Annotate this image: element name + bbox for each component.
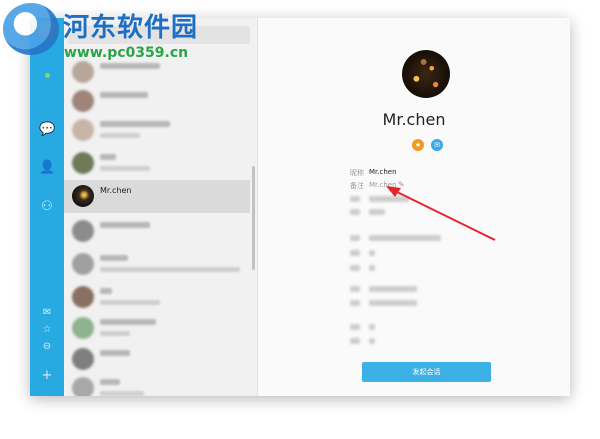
- plus-icon[interactable]: +: [39, 368, 55, 384]
- chat-icon[interactable]: 💬: [39, 122, 55, 138]
- contact-avatar: [72, 317, 94, 339]
- list-item[interactable]: [64, 147, 250, 180]
- blurred-name: [100, 350, 130, 356]
- list-item[interactable]: [64, 281, 250, 314]
- blurred-message: [100, 133, 140, 138]
- remark-label: 备注: [350, 182, 364, 190]
- blurred-value: [369, 338, 375, 344]
- blurred-label: [350, 209, 360, 215]
- blurred-label: [350, 324, 360, 330]
- blurred-value: [369, 300, 417, 306]
- group-icon[interactable]: ⚇: [39, 199, 55, 215]
- blurred-label: [350, 250, 360, 256]
- app-window: 💬 👤 ⚇ ✉ ☆ ⊖ + Mr.chen Mr.chen ★ ✉ 昵称 Mr.…: [30, 18, 570, 396]
- blurred-label: [350, 235, 360, 241]
- blurred-name: [100, 379, 120, 385]
- mail-badge-icon[interactable]: ✉: [431, 139, 443, 151]
- watermark-site-name: 河东软件园: [63, 13, 199, 43]
- list-item[interactable]: [64, 312, 250, 345]
- contact-icon[interactable]: 👤: [39, 160, 55, 176]
- online-status-dot: [45, 73, 50, 78]
- blurred-value: [369, 209, 385, 215]
- blurred-name: [100, 319, 156, 325]
- blurred-message: [100, 391, 144, 396]
- star-badge-icon[interactable]: ★: [412, 139, 424, 151]
- nickname-label: 昵称: [350, 169, 364, 177]
- blurred-message: [100, 300, 160, 305]
- blurred-name: [100, 154, 116, 160]
- blurred-label: [350, 286, 360, 292]
- contact-avatar: [72, 377, 94, 396]
- contact-list: Mr.chen: [64, 18, 258, 396]
- left-rail: 💬 👤 ⚇ ✉ ☆ ⊖ +: [30, 18, 64, 396]
- profile-avatar: [402, 50, 450, 98]
- profile-name: Mr.chen: [382, 110, 446, 129]
- blurred-value: [369, 235, 441, 241]
- list-item[interactable]: [64, 114, 250, 147]
- blurred-value: [369, 286, 417, 292]
- contact-avatar: [72, 61, 94, 83]
- star-icon[interactable]: ☆: [41, 324, 53, 336]
- blurred-value: [369, 324, 375, 330]
- start-chat-button[interactable]: 发起会话: [362, 362, 491, 382]
- remark-value[interactable]: Mr.chen: [369, 181, 397, 189]
- blurred-value: [369, 265, 375, 271]
- blurred-message: [100, 331, 130, 336]
- edit-icon[interactable]: ✎: [398, 180, 405, 189]
- contact-name: Mr.chen: [100, 186, 132, 195]
- blurred-message: [100, 166, 150, 171]
- contact-avatar: [72, 90, 94, 112]
- blurred-name: [100, 288, 112, 294]
- watermark-logo: [3, 3, 59, 55]
- blurred-name: [100, 121, 170, 127]
- contact-avatar: [72, 348, 94, 370]
- blurred-label: [350, 265, 360, 271]
- contact-avatar: [72, 119, 94, 141]
- mail-icon[interactable]: ✉: [41, 307, 53, 319]
- list-item-selected[interactable]: Mr.chen: [64, 180, 250, 213]
- blurred-value: [369, 250, 375, 256]
- list-item[interactable]: [64, 248, 250, 281]
- profile-panel: Mr.chen ★ ✉ 昵称 Mr.chen 备注 Mr.chen ✎ 发起会话: [258, 18, 570, 396]
- nickname-value: Mr.chen: [369, 168, 397, 176]
- contact-avatar: [72, 286, 94, 308]
- list-item[interactable]: [64, 372, 250, 396]
- blurred-name: [100, 92, 148, 98]
- blurred-label: [350, 338, 360, 344]
- contact-avatar: [72, 152, 94, 174]
- watermark-url: www.pc0359.cn: [64, 45, 189, 61]
- blurred-name: [100, 63, 160, 69]
- contact-avatar: [72, 185, 94, 207]
- blurred-label: [350, 196, 360, 202]
- blurred-name: [100, 255, 128, 261]
- blurred-label: [350, 300, 360, 306]
- blurred-message: [100, 267, 240, 272]
- blurred-name: [100, 222, 150, 228]
- contact-avatar: [72, 253, 94, 275]
- blurred-value: [369, 196, 409, 202]
- list-scrollbar[interactable]: [252, 166, 255, 270]
- contact-avatar: [72, 220, 94, 242]
- minus-circle-icon[interactable]: ⊖: [41, 341, 53, 353]
- list-item[interactable]: [64, 215, 250, 248]
